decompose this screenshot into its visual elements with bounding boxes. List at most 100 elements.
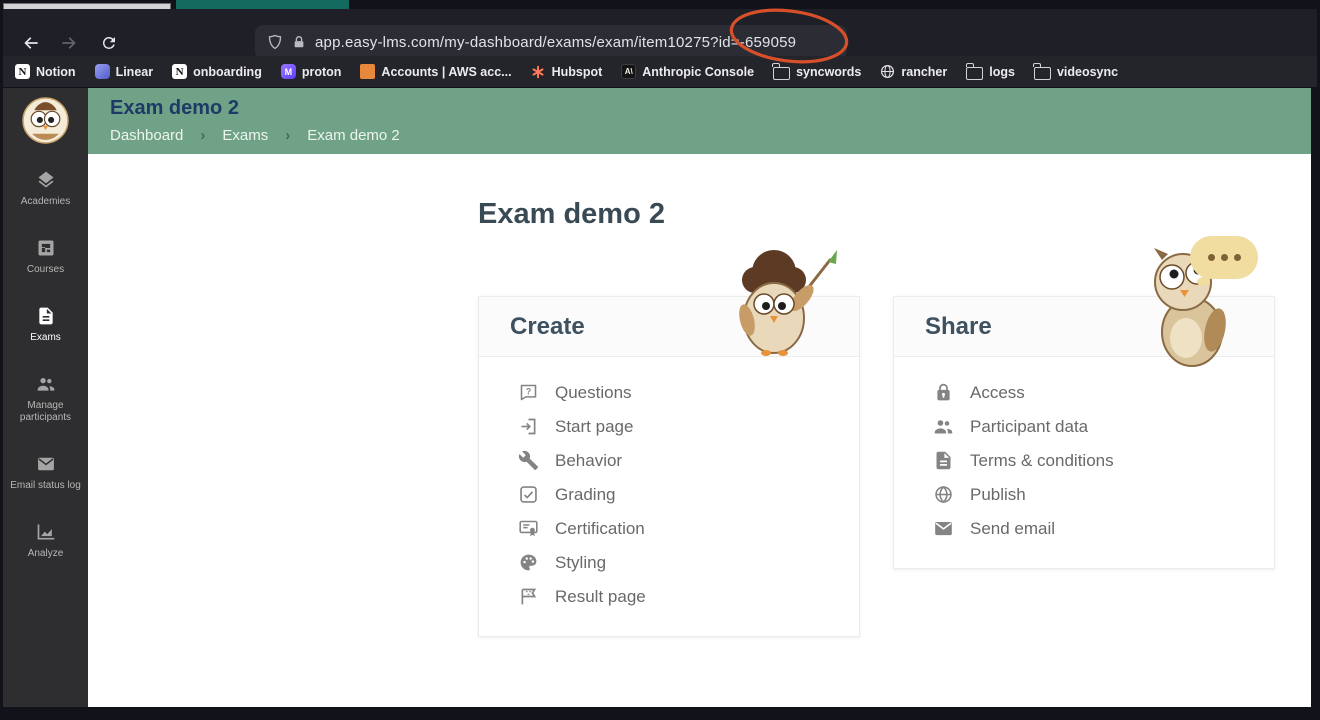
owl-mascot-painter	[712, 246, 847, 364]
bookmark-label: syncwords	[796, 65, 861, 79]
breadcrumb-current: Exam demo 2	[307, 127, 400, 144]
browser-toolbar: app.easy-lms.com/my-dashboard/exams/exam…	[3, 9, 1317, 56]
easy-lms-owl-logo[interactable]	[22, 97, 69, 144]
linear-icon	[95, 64, 110, 79]
menu-item-send-email[interactable]: Send email	[933, 517, 1244, 540]
address-bar[interactable]: app.easy-lms.com/my-dashboard/exams/exam…	[255, 25, 847, 59]
sidebar-item-courses[interactable]: Courses	[3, 238, 88, 276]
breadcrumb-exams[interactable]: Exams	[222, 127, 268, 144]
menu-item-label: Access	[970, 383, 1025, 403]
aws-cube-icon	[360, 64, 375, 79]
sidebar-item-academies[interactable]: Academies	[3, 170, 88, 208]
sidebar-item-label: Analyze	[28, 548, 64, 560]
menu-item-certification[interactable]: Certification	[518, 517, 829, 540]
page-title: Exam demo 2	[478, 198, 665, 231]
bookmark-label: logs	[989, 65, 1015, 79]
bookmark-hubspot[interactable]: Hubspot	[531, 64, 603, 79]
bookmark-label: proton	[302, 65, 342, 79]
active-tab-accent	[176, 0, 349, 9]
bookmark-aws-accounts[interactable]: Accounts | AWS acc...	[360, 64, 511, 79]
terms-document-icon	[933, 450, 954, 471]
sidebar-item-label: Email status log	[10, 480, 81, 492]
participant-data-people-icon	[933, 416, 954, 437]
bookmark-onboarding[interactable]: N onboarding	[172, 64, 262, 79]
menu-item-terms-conditions[interactable]: Terms & conditions	[933, 449, 1244, 472]
menu-item-access[interactable]: Access	[933, 381, 1244, 404]
forward-arrow-icon	[59, 33, 79, 53]
menu-item-start-page[interactable]: Start page	[518, 415, 829, 438]
hubspot-sprocket-icon	[531, 64, 546, 79]
sidebar-item-email-status-log[interactable]: Email status log	[3, 454, 88, 492]
ellipsis-dot-icon	[1234, 254, 1241, 261]
menu-item-styling[interactable]: Styling	[518, 551, 829, 574]
bookmark-folder-syncwords[interactable]: syncwords	[773, 63, 861, 80]
bookmark-label: rancher	[901, 65, 947, 79]
proton-mail-icon: M	[281, 64, 296, 79]
grading-check-icon	[518, 484, 539, 505]
sidebar-item-analyze[interactable]: Analyze	[3, 522, 88, 560]
bookmark-label: videosync	[1057, 65, 1118, 79]
ellipsis-dot-icon	[1208, 254, 1215, 261]
folder-icon	[966, 67, 983, 80]
sidebar-item-label: Courses	[27, 264, 64, 276]
sidebar-nav: Academies Courses Exams Manage participa…	[3, 170, 88, 560]
result-page-flag-icon	[518, 586, 539, 607]
bookmark-linear[interactable]: Linear	[95, 64, 154, 79]
back-button[interactable]	[17, 29, 45, 57]
folder-icon	[773, 67, 790, 80]
menu-item-label: Publish	[970, 485, 1026, 505]
access-lock-icon	[933, 382, 954, 403]
menu-item-label: Result page	[555, 587, 646, 607]
bookmark-notion[interactable]: N Notion	[15, 64, 76, 79]
exams-document-icon	[36, 306, 56, 326]
menu-item-grading[interactable]: Grading	[518, 483, 829, 506]
analyze-chart-icon	[36, 522, 56, 542]
bookmark-rancher[interactable]: rancher	[880, 64, 947, 79]
participants-people-icon	[36, 374, 56, 394]
breadcrumb: Dashboard › Exams › Exam demo 2	[110, 127, 1311, 144]
bookmark-label: Linear	[116, 65, 154, 79]
bookmarks-bar: N Notion Linear N onboarding M proton Ac…	[3, 56, 1317, 87]
menu-item-label: Questions	[555, 383, 632, 403]
menu-item-questions[interactable]: ? Questions	[518, 381, 829, 404]
chevron-right-icon: ›	[285, 127, 290, 144]
breadcrumb-dashboard[interactable]: Dashboard	[110, 127, 183, 144]
bookmark-label: Notion	[36, 65, 76, 79]
main-content: Exam demo 2 Create ? Questions Start pag…	[88, 154, 1311, 707]
reload-button[interactable]	[95, 29, 123, 57]
menu-item-result-page[interactable]: Result page	[518, 585, 829, 608]
sidebar-item-manage-participants[interactable]: Manage participants	[3, 374, 88, 424]
anthropic-icon: A\	[621, 64, 636, 79]
bookmark-proton[interactable]: M proton	[281, 64, 342, 79]
bookmark-anthropic-console[interactable]: A\ Anthropic Console	[621, 64, 754, 79]
notion-icon: N	[172, 64, 187, 79]
menu-item-publish[interactable]: Publish	[933, 483, 1244, 506]
app-sidebar: Academies Courses Exams Manage participa…	[3, 88, 88, 707]
bookmark-folder-logs[interactable]: logs	[966, 63, 1015, 80]
bookmark-label: Accounts | AWS acc...	[381, 65, 511, 79]
shield-icon[interactable]	[267, 34, 283, 50]
styling-palette-icon	[518, 552, 539, 573]
menu-item-participant-data[interactable]: Participant data	[933, 415, 1244, 438]
sidebar-item-label: Academies	[21, 196, 70, 208]
menu-item-label: Behavior	[555, 451, 622, 471]
header-title: Exam demo 2	[110, 97, 1311, 120]
speech-bubble	[1190, 236, 1258, 279]
screen: app.easy-lms.com/my-dashboard/exams/exam…	[0, 0, 1320, 720]
academies-layers-icon	[36, 170, 56, 190]
menu-item-label: Terms & conditions	[970, 451, 1114, 471]
globe-icon	[880, 64, 895, 79]
bookmark-folder-videosync[interactable]: videosync	[1034, 63, 1118, 80]
forward-button[interactable]	[55, 29, 83, 57]
questions-icon: ?	[518, 382, 539, 403]
svg-text:?: ?	[526, 387, 531, 397]
reload-icon	[100, 34, 118, 52]
folder-icon	[1034, 67, 1051, 80]
menu-item-behavior[interactable]: Behavior	[518, 449, 829, 472]
sidebar-item-exams[interactable]: Exams	[3, 306, 88, 344]
lock-icon[interactable]	[292, 35, 306, 49]
ellipsis-dot-icon	[1221, 254, 1228, 261]
back-arrow-icon	[21, 33, 41, 53]
sidebar-item-label: Manage participants	[5, 400, 86, 424]
menu-item-label: Styling	[555, 553, 606, 573]
